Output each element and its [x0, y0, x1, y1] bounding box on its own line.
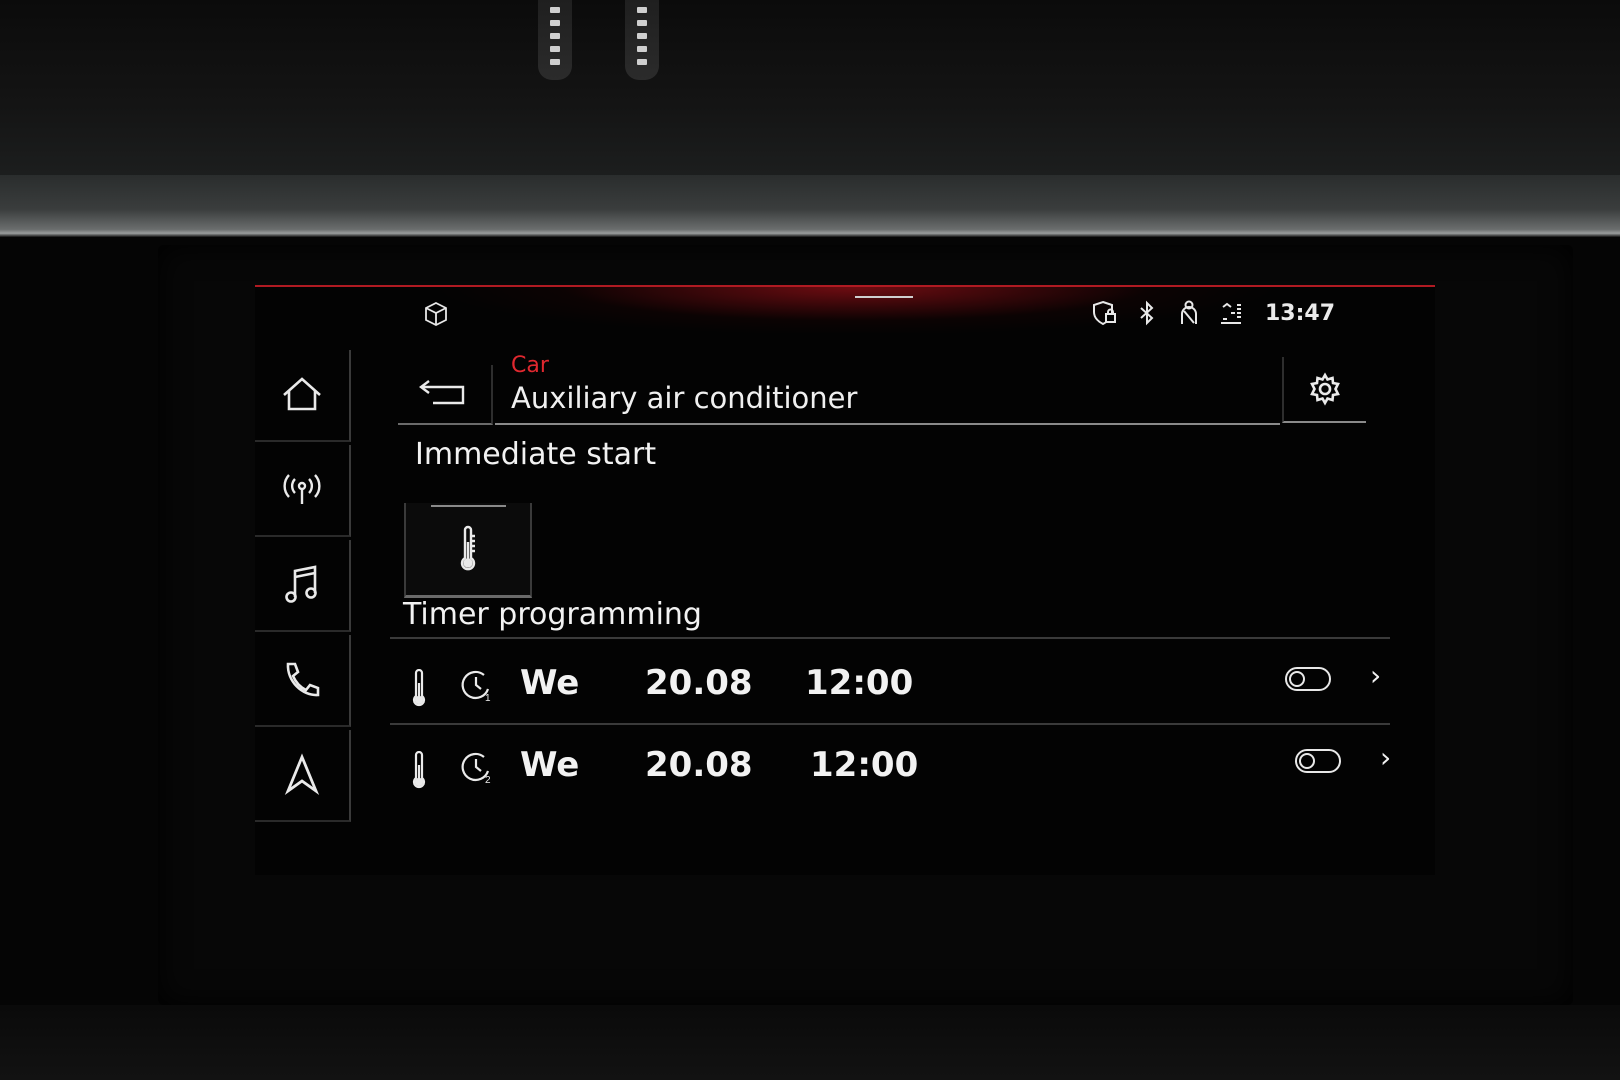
music-note-icon: [285, 565, 317, 603]
chevron-right-icon[interactable]: ›: [1370, 659, 1381, 692]
timer-date: 20.08: [645, 745, 753, 785]
timer-toggle[interactable]: [1295, 749, 1341, 773]
immediate-start-indicator: [431, 505, 506, 507]
clock: 13:47: [1264, 300, 1335, 326]
status-icons: 13:47: [1091, 299, 1335, 327]
title-area: Car Auxiliary air conditioner: [495, 351, 1280, 425]
timer-programming-heading: Timer programming: [403, 597, 702, 632]
page-title: Auxiliary air conditioner: [511, 381, 858, 415]
back-arrow-icon: [418, 380, 464, 405]
navigation-arrow-icon: [284, 753, 320, 795]
dashboard-trim: [0, 175, 1620, 237]
toggle-knob: [1299, 753, 1315, 769]
antenna-icon: [283, 474, 321, 504]
clock-2-icon: 2: [461, 752, 491, 785]
timer-date: 20.08: [645, 663, 753, 703]
immediate-start-button[interactable]: [404, 503, 532, 598]
home-icon: [283, 377, 321, 411]
chevron-right-icon[interactable]: ›: [1380, 741, 1391, 774]
dashboard-lower: [0, 1005, 1620, 1080]
divider: [390, 723, 1390, 725]
nav-media[interactable]: [255, 540, 351, 632]
nav-rail: [255, 350, 355, 850]
thermometer-icon: [412, 669, 426, 707]
timer-row-2[interactable]: 2 We 20.08 12:00 ›: [400, 737, 1400, 807]
air-vent-right: [625, 0, 659, 80]
breadcrumb[interactable]: Car: [511, 353, 549, 378]
data-signal-icon: [1220, 302, 1241, 324]
timer-toggle[interactable]: [1285, 667, 1331, 691]
toggle-knob: [1289, 671, 1305, 687]
immediate-start-heading: Immediate start: [415, 437, 657, 472]
cube-icon[interactable]: [423, 301, 449, 327]
dashboard-upper: [0, 0, 1620, 175]
nav-radio[interactable]: [255, 445, 351, 537]
nav-phone[interactable]: [255, 635, 351, 727]
divider: [390, 637, 1390, 639]
settings-button[interactable]: [1282, 357, 1366, 423]
clock-1-icon: 1: [461, 670, 491, 703]
bluetooth-icon: [1140, 300, 1154, 326]
timer-day: We: [520, 745, 580, 785]
gear-icon: [1310, 372, 1340, 406]
nav-home[interactable]: [255, 350, 351, 442]
svg-text:2: 2: [485, 775, 491, 785]
timer-time: 12:00: [805, 663, 914, 703]
seat-belt-icon: [1180, 300, 1197, 324]
air-vent-left: [538, 0, 572, 80]
svg-text:1: 1: [485, 693, 491, 703]
timer-time: 12:00: [810, 745, 919, 785]
back-button[interactable]: [398, 365, 493, 425]
shield-lock-icon: [1092, 300, 1116, 326]
infotainment-screen: 13:47 Car Auxiliary air conditioner Imme…: [255, 285, 1435, 875]
timer-day: We: [520, 663, 580, 703]
nav-navigation[interactable]: [255, 730, 351, 822]
timer-row-1[interactable]: 1 We 20.08 12:00 ›: [400, 655, 1400, 725]
thermometer-icon: [412, 751, 426, 789]
phone-icon: [286, 662, 320, 697]
status-bar: 13:47: [255, 285, 1435, 333]
pull-down-handle[interactable]: [855, 296, 913, 298]
thermometer-icon: [460, 525, 476, 571]
